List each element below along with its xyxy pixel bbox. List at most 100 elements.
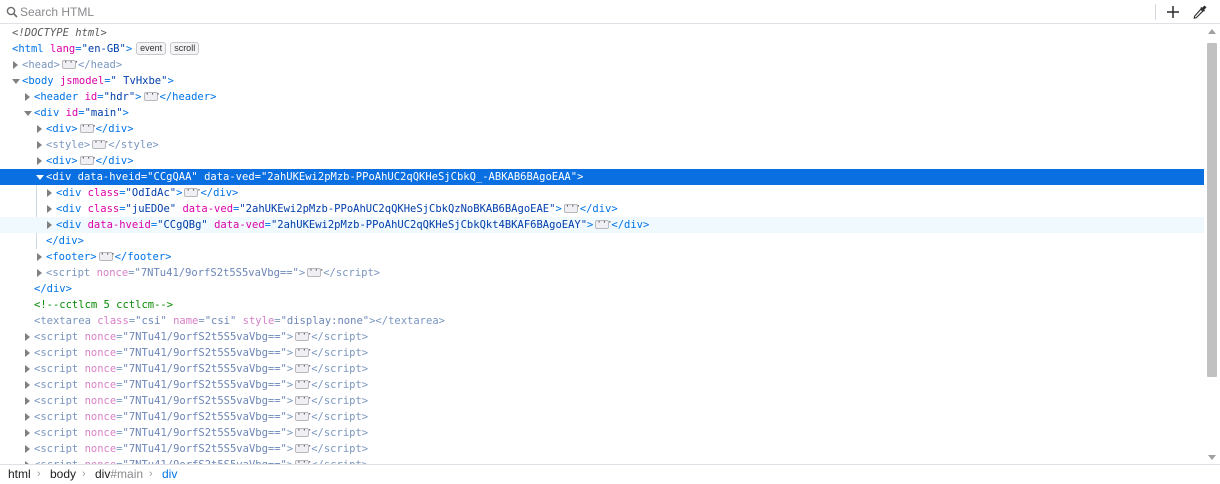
tree-row-child-div[interactable]: <div class="OdIdAc"> ···</div> (0, 185, 1204, 201)
collapse-toggle-icon[interactable] (24, 111, 32, 116)
expand-toggle-icon[interactable] (25, 429, 30, 437)
tree-row-script[interactable]: <script nonce="7NTu41/9orfS2t5S5vaVbg=="… (0, 425, 1204, 441)
tree-row-footer[interactable]: <footer> ···</footer> (0, 249, 1204, 265)
tree-row-body[interactable]: <body jsmodel=" TvHxbe"> (0, 73, 1204, 89)
expand-toggle-icon[interactable] (37, 157, 42, 165)
add-node-button[interactable] (1163, 2, 1183, 22)
tree-row-script[interactable]: <script nonce="7NTu41/9orfS2t5S5vaVbg=="… (0, 361, 1204, 377)
ellipsis-icon[interactable]: ··· (595, 218, 613, 229)
tree-row-script[interactable]: <script nonce="7NTu41/9orfS2t5S5vaVbg=="… (0, 377, 1204, 393)
tree-row-child-div[interactable]: <div class="juEDOe" data-ved="2ahUKEwi2p… (0, 201, 1204, 217)
eyedropper-icon (1193, 5, 1207, 19)
body-node: <body jsmodel=" TvHxbe"> (22, 75, 174, 87)
script-node: <script nonce="7NTu41/9orfS2t5S5vaVbg=="… (34, 409, 369, 423)
toolbar-separator (1155, 4, 1156, 20)
expand-toggle-icon[interactable] (25, 333, 30, 341)
breadcrumb-div-main[interactable]: div#main (95, 465, 143, 484)
collapse-toggle-icon[interactable] (12, 79, 20, 84)
div-main-node: <div id="main"> (34, 107, 129, 119)
ellipsis-icon[interactable]: ··· (295, 346, 312, 357)
tree-row-child-div[interactable]: <div data-hveid="CCgQBg" data-ved="2ahUK… (0, 217, 1204, 233)
ellipsis-icon[interactable]: ··· (79, 154, 97, 165)
child-div-node: <div data-hveid="CCgQBg" data-ved="2ahUK… (56, 217, 650, 231)
script-node: <script nonce="7NTu41/9orfS2t5S5vaVbg=="… (34, 441, 369, 455)
tree-row-style[interactable]: <style> ···</style> (0, 137, 1204, 153)
collapse-toggle-icon[interactable] (36, 175, 44, 180)
scroll-down-arrow-icon[interactable] (1208, 455, 1216, 460)
script-node: <script nonce="7NTu41/9orfS2t5S5vaVbg=="… (34, 457, 368, 464)
ellipsis-icon[interactable]: ··· (184, 186, 202, 197)
tree-row-script[interactable]: <script nonce="7NTu41/9orfS2t5S5vaVbg=="… (0, 409, 1204, 425)
ellipsis-icon[interactable]: ··· (563, 202, 581, 213)
script-node: <script nonce="7NTu41/9orfS2t5S5vaVbg=="… (34, 393, 369, 407)
tree-row-html[interactable]: <html lang="en-GB"> event scroll (0, 41, 1204, 57)
tree-row-header[interactable]: <header id="hdr"> ···</header> (0, 89, 1204, 105)
ellipsis-icon[interactable]: ··· (61, 58, 79, 69)
tree-scrollbar[interactable] (1204, 25, 1220, 464)
expand-toggle-icon[interactable] (25, 381, 30, 389)
ellipsis-icon[interactable]: ··· (295, 426, 312, 437)
ellipsis-icon[interactable]: ··· (295, 442, 312, 453)
ellipsis-icon[interactable]: ··· (79, 122, 97, 133)
ellipsis-icon[interactable]: ··· (295, 330, 312, 341)
expand-toggle-icon[interactable] (25, 365, 30, 373)
tree-row-script[interactable]: <script nonce="7NTu41/9orfS2t5S5vaVbg=="… (0, 265, 1204, 281)
expand-toggle-icon[interactable] (25, 445, 30, 453)
expand-toggle-icon[interactable] (47, 221, 52, 229)
expand-toggle-icon[interactable] (47, 189, 52, 197)
tree-row-script[interactable]: <script nonce="7NTu41/9orfS2t5S5vaVbg=="… (0, 393, 1204, 409)
expand-toggle-icon[interactable] (25, 349, 30, 357)
element-picker-button[interactable] (1190, 2, 1210, 22)
expand-toggle-icon[interactable] (25, 93, 30, 101)
chevron-right-icon: › (37, 468, 41, 480)
ellipsis-icon[interactable]: ··· (295, 362, 312, 373)
ellipsis-icon[interactable]: ··· (295, 394, 312, 405)
breadcrumb-div-current[interactable]: div (162, 465, 177, 484)
expand-toggle-icon[interactable] (13, 61, 18, 69)
tree-row-head[interactable]: <head> ···</head> (0, 57, 1204, 73)
tree-row-script[interactable]: <script nonce="7NTu41/9orfS2t5S5vaVbg=="… (0, 329, 1204, 345)
expand-toggle-icon[interactable] (37, 141, 42, 149)
tree-row-div[interactable]: <div> ···</div> (0, 153, 1204, 169)
expand-toggle-icon[interactable] (37, 253, 42, 261)
expand-toggle-icon[interactable] (37, 125, 42, 133)
tree-row-doctype[interactable]: <!DOCTYPE html> (0, 25, 1204, 41)
close-div-node: </div> (34, 283, 72, 295)
tree-row-selected-div[interactable]: <div data-hveid="CCgQAA" data-ved="2ahUK… (0, 169, 1204, 185)
tree-row-div[interactable]: <div> ···</div> (0, 121, 1204, 137)
plus-icon (1167, 6, 1179, 18)
search-icon (6, 6, 18, 18)
tree-row-script[interactable]: <script nonce="7NTu41/9orfS2t5S5vaVbg=="… (0, 457, 1204, 464)
expand-toggle-icon[interactable] (25, 413, 30, 421)
tree-row-script[interactable]: <script nonce="7NTu41/9orfS2t5S5vaVbg=="… (0, 441, 1204, 457)
header-node: <header id="hdr"> ···</header> (34, 89, 217, 103)
ellipsis-icon[interactable]: ··· (92, 138, 110, 149)
search-html-input[interactable] (20, 3, 620, 21)
ellipsis-icon[interactable]: ··· (307, 266, 324, 277)
tree-row-close-div-main[interactable]: </div> (0, 281, 1204, 297)
expand-toggle-icon[interactable] (37, 269, 42, 277)
close-div-node: </div> (46, 235, 84, 247)
div-node: <div> ···</div> (46, 153, 134, 167)
child-div-node: <div class="juEDOe" data-ved="2ahUKEwi2p… (56, 201, 618, 215)
scroll-thumb[interactable] (1207, 43, 1217, 377)
scroll-badge[interactable]: scroll (170, 41, 200, 55)
script-node: <script nonce="7NTu41/9orfS2t5S5vaVbg=="… (34, 377, 369, 391)
tree-row-textarea[interactable]: <textarea class="csi" name="csi" style="… (0, 313, 1204, 329)
tree-row-script[interactable]: <script nonce="7NTu41/9orfS2t5S5vaVbg=="… (0, 345, 1204, 361)
expand-toggle-icon[interactable] (25, 397, 30, 405)
breadcrumb-html[interactable]: html (8, 465, 31, 484)
tree-row-comment[interactable]: <!--cctlcm 5 cctlcm--> (0, 297, 1204, 313)
ellipsis-icon[interactable]: ··· (98, 250, 116, 261)
breadcrumb: html › body › div#main › div (0, 464, 1220, 484)
ellipsis-icon[interactable]: ··· (295, 410, 312, 421)
scroll-up-arrow-icon[interactable] (1208, 29, 1216, 34)
comment-node: <!--cctlcm 5 cctlcm--> (34, 299, 174, 311)
ellipsis-icon[interactable]: ··· (295, 378, 312, 389)
tree-row-div-main[interactable]: <div id="main"> (0, 105, 1204, 121)
ellipsis-icon[interactable]: ··· (143, 90, 161, 101)
event-badge[interactable]: event (136, 41, 167, 55)
expand-toggle-icon[interactable] (47, 205, 52, 213)
breadcrumb-body[interactable]: body (50, 465, 76, 484)
tree-row-close-div[interactable]: </div> (0, 233, 1204, 249)
